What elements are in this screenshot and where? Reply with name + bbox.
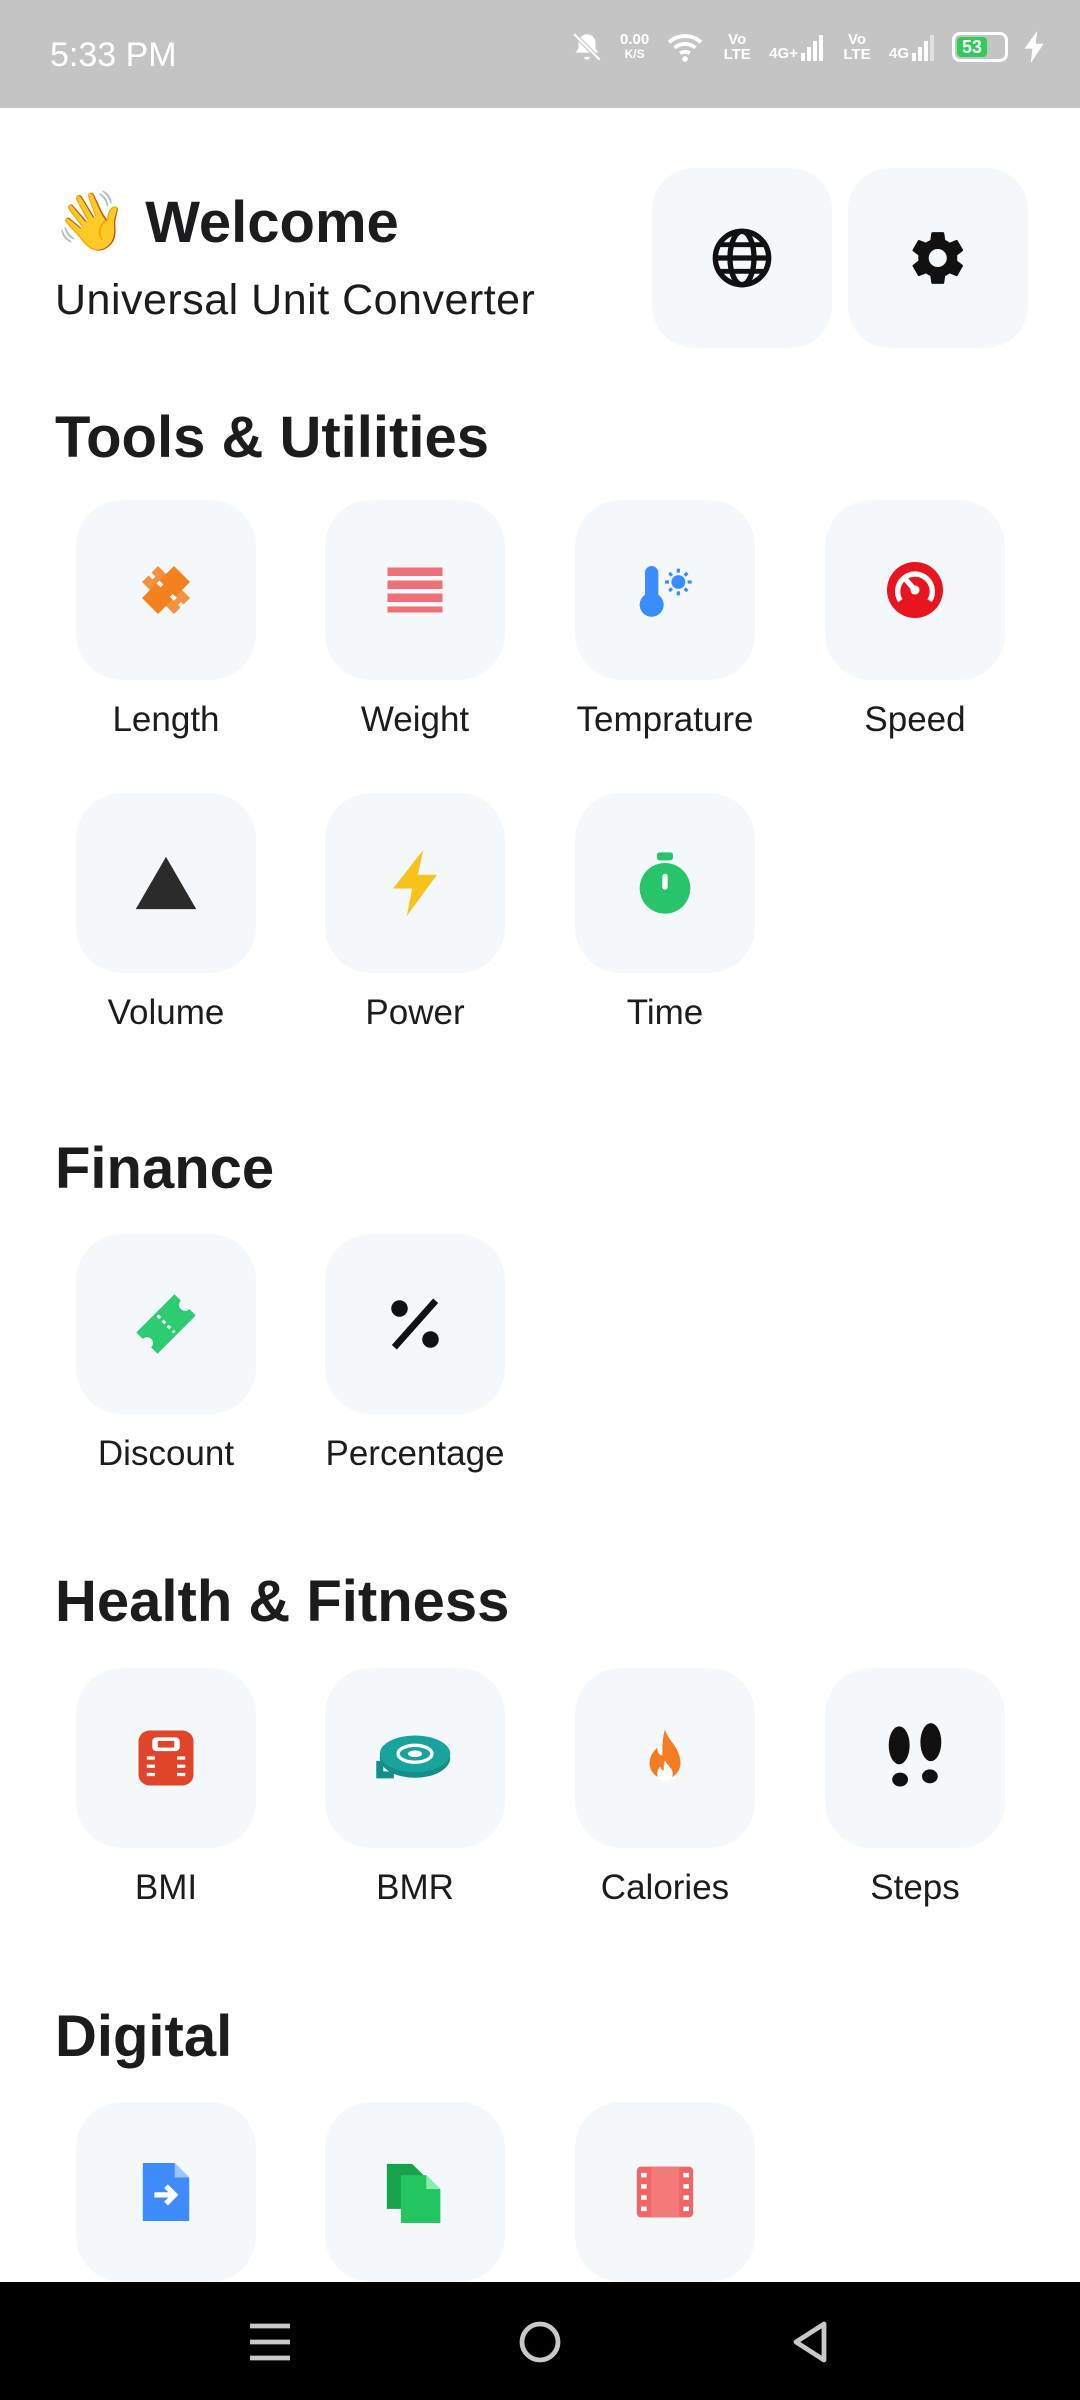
tile-box [575,1668,755,1848]
tool-volume[interactable]: Volume [41,793,291,1033]
flame-icon [649,1729,681,1782]
finance-discount[interactable]: Discount [41,1234,291,1474]
tile-label: BMR [376,1868,454,1907]
tile-label: BMI [134,1868,198,1907]
language-button[interactable] [652,168,832,348]
section-title-health: Health & Fitness [55,1569,510,1634]
file-arrow-icon [142,2163,190,2221]
ticket-icon [136,1294,196,1354]
triangle-icon [135,856,197,910]
wifi-icon [667,34,703,62]
finance-percentage[interactable]: Percentage [290,1234,540,1474]
tool-temperature[interactable]: Temprature [540,500,790,740]
tile-label: Time [626,993,704,1032]
health-steps[interactable]: Steps [790,1668,1040,1908]
volte-badge-2: Vo LTE [843,31,871,63]
section-title-digital: Digital [55,2004,233,2069]
waving-hand-icon: 👋 [55,189,128,254]
settings-button[interactable] [848,168,1028,348]
tile-label: Volume [107,993,225,1032]
section-title-finance: Finance [55,1136,275,1201]
tile-label: Calories [600,1868,730,1907]
battery-indicator: 53 [952,32,1008,62]
back-button[interactable] [780,2312,840,2372]
welcome-title: Welcome [145,189,399,255]
tile-box [825,1668,1005,1848]
tile-label: Length [112,700,220,739]
status-time: 5:33 PM [50,36,177,74]
tool-time[interactable]: Time [540,793,790,1033]
weight-lines-icon [387,567,443,613]
film-icon [636,2166,694,2218]
health-calories[interactable]: Calories [540,1668,790,1908]
tile-box [325,1234,505,1414]
recent-apps-button[interactable] [240,2312,300,2372]
tile-box [76,2102,256,2282]
tile-label: Weight [360,700,470,739]
tile-box [76,1668,256,1848]
tile-label: Power [365,993,465,1032]
net-speed: 0.00 K/S [620,31,650,61]
tile-box [325,500,505,680]
tile-box [76,793,256,973]
tile-box [825,500,1005,680]
back-triangle-icon [793,2321,827,2363]
signal-bars-icon [912,35,934,61]
signal-1: 4G+ [769,33,825,61]
tile-label: Steps [870,1868,960,1907]
health-bmi[interactable]: BMI [41,1668,291,1908]
digital-tool-3[interactable] [540,2102,790,2282]
files-icon [386,2163,441,2223]
digital-tool-1[interactable] [41,2102,291,2282]
tile-box [575,793,755,973]
tile-box [325,1668,505,1848]
tile-box [76,500,256,680]
home-circle-icon [519,2321,561,2363]
charging-bolt-icon [1024,31,1044,63]
menu-icon [250,2323,290,2361]
signal-bars-icon [800,35,823,61]
tile-label: Temprature [576,700,754,739]
tile-box [325,2102,505,2282]
tile-label: Speed [864,700,966,739]
health-bmr[interactable]: BMR [290,1668,540,1908]
tile-label: Discount [97,1434,235,1473]
gear-icon [912,232,964,284]
speedometer-icon [887,562,943,618]
welcome-heading: 👋 Welcome [55,188,399,256]
tool-power[interactable]: Power [290,793,540,1033]
volte-badge-1: Vo LTE [723,31,751,63]
ruler-icon [142,566,190,614]
tile-box [76,1234,256,1414]
tile-box [325,793,505,973]
system-navigation-bar [0,2282,1080,2400]
tile-box [575,500,755,680]
percent-icon [391,1298,439,1350]
home-button[interactable] [510,2312,570,2372]
globe-icon [712,228,772,288]
status-bar: 5:33 PM 0.00 K/S Vo LTE 4G+ Vo LTE 4G 53 [0,0,1080,108]
tool-weight[interactable]: Weight [290,500,540,740]
footprints-icon [888,1723,942,1787]
app-subtitle: Universal Unit Converter [55,276,536,324]
tape-measure-icon [376,1735,451,1779]
section-title-tools: Tools & Utilities [55,405,489,470]
mute-bell-icon [572,32,602,62]
status-icons: 0.00 K/S Vo LTE 4G+ Vo LTE 4G 53 [570,30,1044,64]
scale-icon [138,1730,194,1786]
tool-length[interactable]: Length [41,500,291,740]
tile-box [575,2102,755,2282]
signal-2: 4G [889,33,936,61]
tool-speed[interactable]: Speed [790,500,1040,740]
stopwatch-icon [639,852,691,914]
tile-label: Percentage [325,1434,505,1473]
digital-tool-2[interactable] [290,2102,540,2282]
lightning-icon [393,850,437,916]
thermometer-icon [639,566,692,617]
